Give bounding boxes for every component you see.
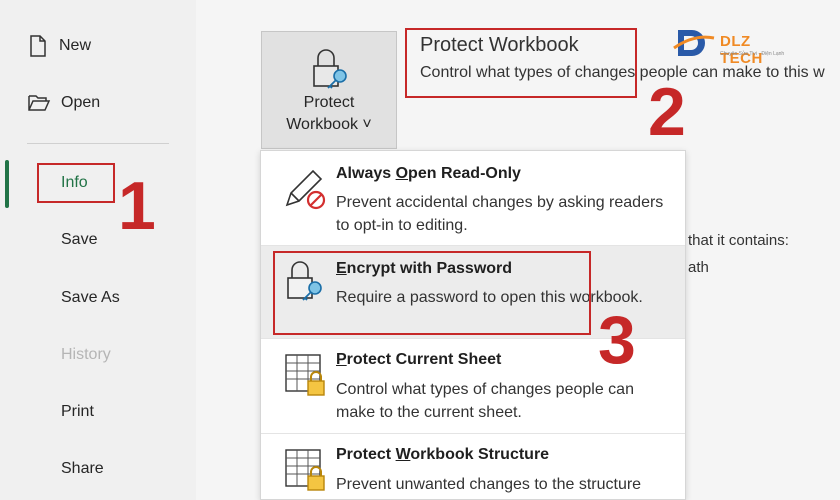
protect-workbook-button[interactable]: Protect Workbook ˅ [261, 31, 397, 149]
annotation-number-1: 1 [118, 168, 156, 244]
menu-item-description: Control what types of changes people can… [336, 381, 634, 421]
active-indicator [5, 160, 9, 208]
workbook-lock-icon [285, 449, 325, 491]
annotation-box-encrypt [273, 251, 591, 335]
nav-print[interactable]: Print [61, 403, 94, 421]
menu-item-protect-workbook-structure[interactable]: Protect Workbook Structure Prevent unwan… [261, 434, 685, 500]
nav-history: History [61, 346, 111, 363]
menu-item-title: Protect Current Sheet [336, 351, 501, 369]
logo-text: DLZ TECH [720, 33, 763, 67]
title-part: Always [336, 165, 396, 182]
nav-save-as[interactable]: Save As [61, 289, 120, 307]
title-part: rotect Current Sheet [346, 351, 502, 368]
nav-save[interactable]: Save [61, 231, 97, 249]
pencil-prohibited-icon [285, 169, 326, 210]
annotation-number-3: 3 [598, 302, 636, 378]
open-folder-icon [28, 95, 51, 111]
protect-label-line2: Workbook ˅ [286, 116, 372, 133]
sidebar-divider [27, 143, 169, 144]
annotation-number-2: 2 [648, 74, 686, 150]
menu-item-description: Prevent unwanted changes to the structur… [336, 476, 642, 493]
annotation-box-protect-workbook [405, 28, 637, 98]
nav-share[interactable]: Share [61, 460, 104, 478]
menu-item-always-open-read-only[interactable]: Always Open Read-Only Prevent accidental… [261, 151, 685, 245]
nav-new-label: New [59, 37, 92, 54]
protect-label-line1: Protect [303, 94, 355, 111]
access-key: P [336, 351, 347, 368]
access-key: W [395, 446, 411, 463]
nav-new[interactable]: New [27, 34, 91, 58]
new-document-icon [30, 35, 46, 57]
protect-workbook-label: Protect Workbook ˅ [262, 92, 396, 136]
dlz-tech-logo: DLZ TECH Chuyên Sửa Tivi - Điện Lạnh [672, 26, 798, 67]
lock-key-icon [313, 49, 347, 89]
backstage-sidebar: New Open Info Save Save As History Print… [0, 0, 196, 500]
nav-open[interactable]: Open [27, 92, 100, 114]
access-key: O [395, 165, 409, 182]
background-text-1: that it contains: [688, 232, 789, 249]
title-part: Protect [336, 446, 396, 463]
logo-mark-icon [673, 30, 715, 56]
title-part: pen Read-Only [408, 165, 521, 182]
sheet-lock-icon [285, 354, 325, 396]
annotation-box-info [37, 163, 115, 203]
background-text-2: ath [688, 259, 709, 276]
logo-tagline: Chuyên Sửa Tivi - Điện Lạnh [720, 51, 785, 57]
title-part: orkbook Structure [410, 446, 550, 463]
menu-item-description: Prevent accidental changes by asking rea… [336, 194, 664, 234]
menu-item-title: Protect Workbook Structure [336, 446, 549, 464]
nav-open-label: Open [61, 94, 101, 111]
menu-item-title: Always Open Read-Only [336, 165, 521, 183]
